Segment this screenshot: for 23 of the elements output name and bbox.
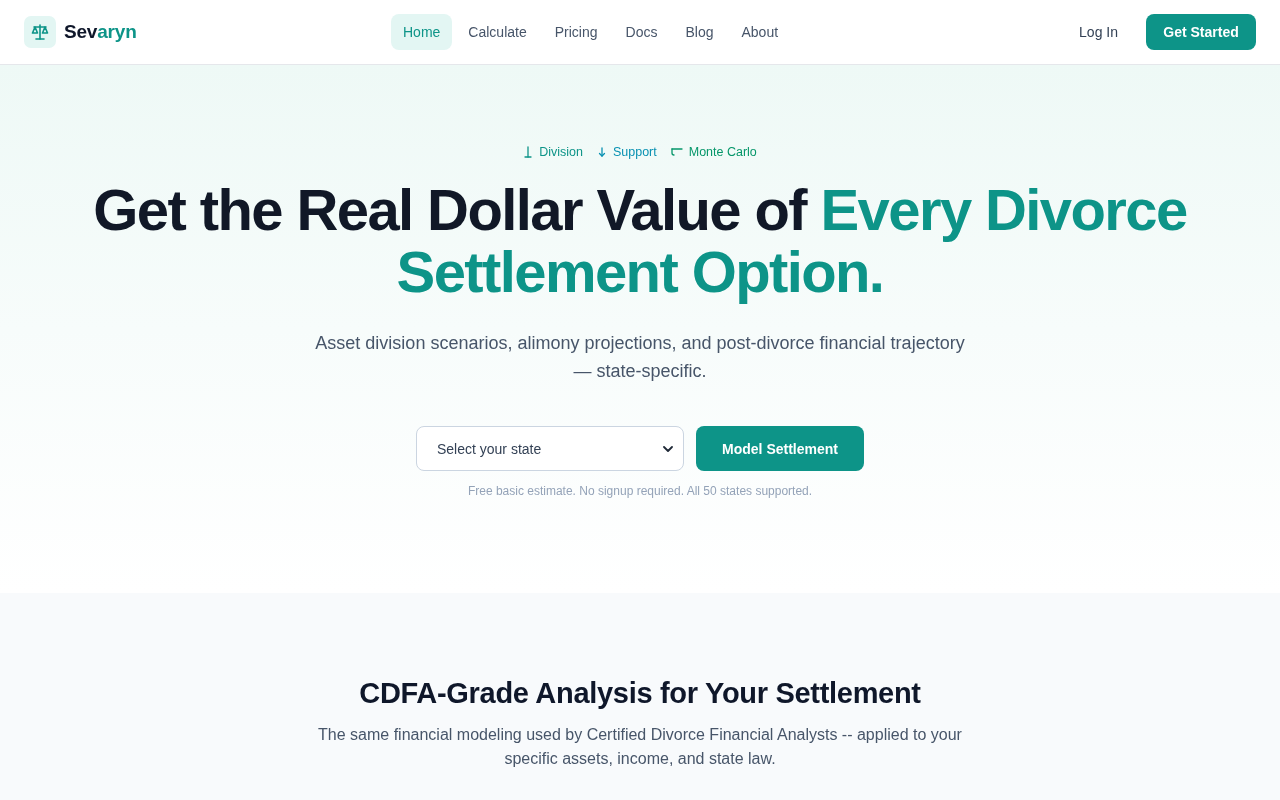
state-select[interactable]: Select your state [416, 426, 684, 471]
feature-tag: Monte Carlo [688, 145, 757, 159]
hero-subtitle: Asset division scenarios, alimony projections, and post-divorce financial trajectory — state-specific. [314, 332, 966, 383]
arrow-down-icon [596, 146, 607, 158]
hero-headline: Get the Real Dollar Value of Every Divorce Settlement Option. [92, 179, 1188, 303]
nav-link[interactable]: Docs [613, 14, 670, 50]
model-settlement-button[interactable]: Model Settlement [696, 426, 864, 471]
hero-note: Free basic estimate. No signup required. All 50 states supported. [467, 484, 813, 498]
chevron-down-icon [663, 445, 673, 452]
section-description: The same financial modeling used by Certified Divorce Financial Analysts -- applied to your specific assets, income, and state law. [317, 725, 963, 769]
section-title: CDFA-Grade Analysis for Your Settlement [359, 676, 921, 711]
nav-link[interactable]: About [729, 14, 791, 50]
feature-tag: Division [539, 145, 583, 159]
nav-link[interactable]: Calculate [456, 14, 539, 50]
nav-link[interactable]: Blog [673, 14, 726, 50]
feature-tag: Support [612, 145, 657, 159]
line-base-icon [523, 146, 534, 158]
corner-icon [670, 147, 683, 157]
nav-link[interactable]: Pricing [542, 14, 610, 50]
scale-logo-icon [24, 16, 56, 48]
brand-name: Sevaryn [64, 21, 137, 43]
get-started-button[interactable]: Get Started [1146, 14, 1256, 50]
login-link[interactable]: Log In [1079, 24, 1118, 40]
